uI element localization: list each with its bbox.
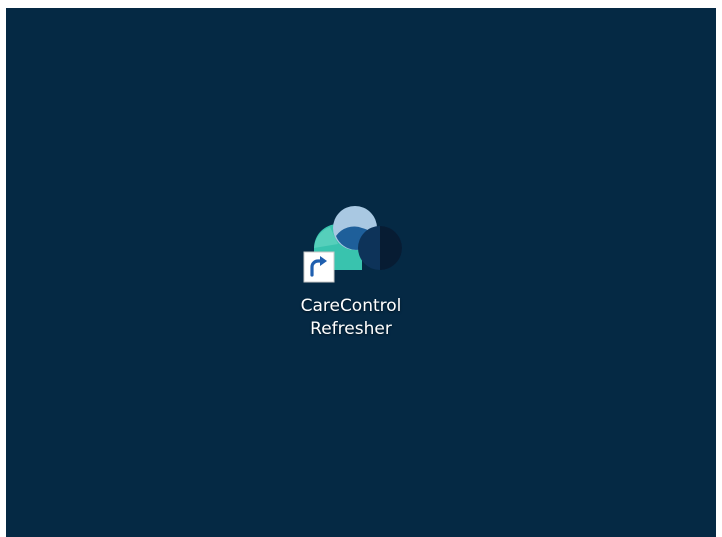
desktop-background: CareControl Refresher — [6, 8, 716, 537]
shortcut-label-line2: Refresher — [310, 319, 392, 339]
shortcut-arrow-icon — [303, 251, 335, 283]
shortcut-label-line1: CareControl — [300, 296, 402, 316]
carecontrol-app-icon — [303, 206, 402, 283]
shortcut-label[interactable]: CareControl Refresher — [276, 295, 426, 341]
